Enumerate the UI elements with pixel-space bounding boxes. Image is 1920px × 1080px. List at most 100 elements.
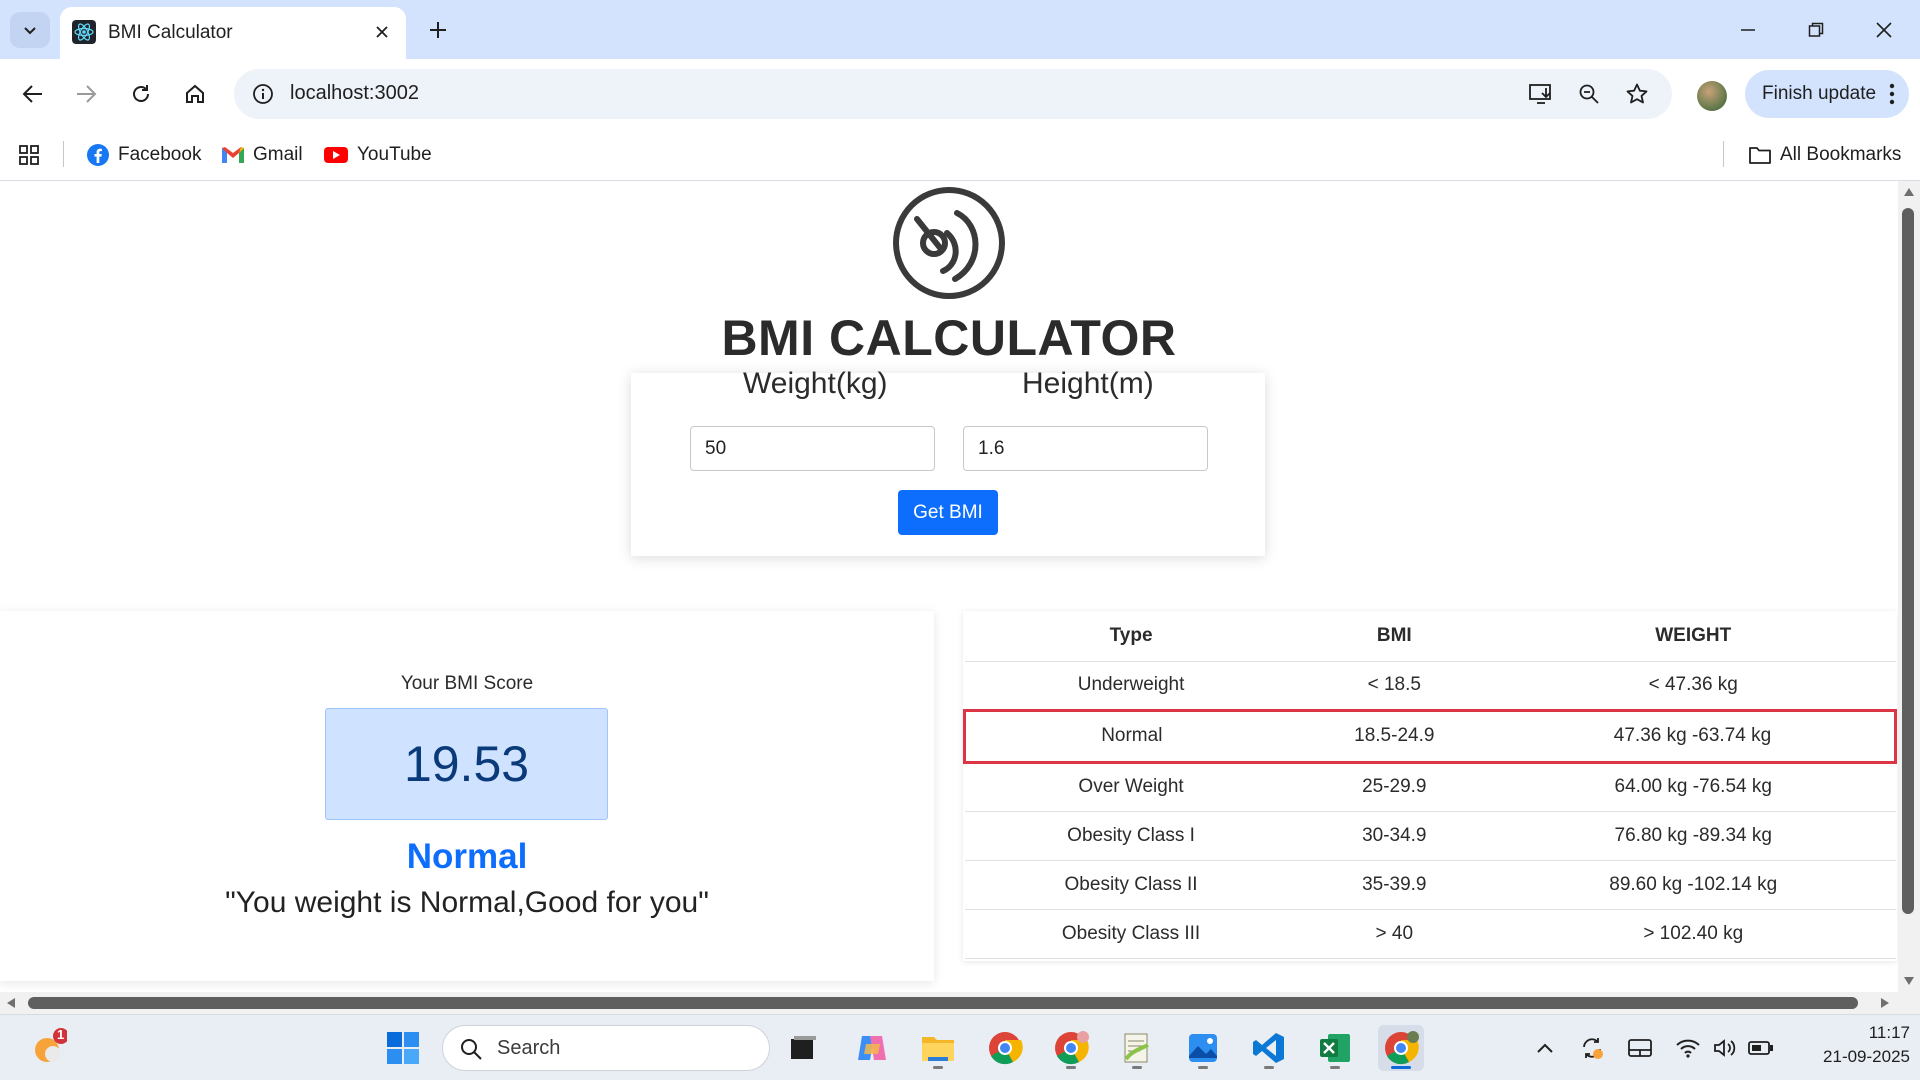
all-bookmarks-button[interactable]: All Bookmarks (1748, 140, 1901, 170)
forward-button[interactable] (67, 75, 105, 113)
reload-button[interactable] (122, 75, 160, 113)
close-window-button[interactable] (1856, 8, 1912, 52)
touchpad-tray-button[interactable] (1625, 1033, 1655, 1063)
star-icon (1626, 83, 1648, 104)
react-icon (72, 20, 96, 44)
file-explorer-button[interactable] (915, 1025, 961, 1071)
horizontal-scroll-thumb[interactable] (28, 997, 1858, 1009)
more-vert-icon (1889, 83, 1895, 105)
bookmark-facebook[interactable]: Facebook (86, 140, 201, 170)
active-indicator (1391, 1066, 1411, 1069)
chrome-active-button[interactable] (1378, 1025, 1424, 1071)
battery-tray-button[interactable] (1746, 1033, 1776, 1063)
start-button[interactable] (380, 1025, 426, 1071)
table-row: Obesity Class I 30-34.9 76.80 kg -89.34 … (964, 811, 1896, 861)
vscode-icon (1253, 1033, 1284, 1063)
new-tab-button[interactable] (422, 14, 454, 46)
photos-icon (1189, 1034, 1217, 1062)
scroll-down-arrow-icon[interactable] (1903, 976, 1915, 986)
excel-button[interactable] (1312, 1025, 1358, 1071)
close-icon (376, 26, 388, 38)
restore-icon (1808, 22, 1824, 37)
table-cell: < 47.36 kg (1490, 661, 1896, 711)
sync-icon (1583, 1038, 1603, 1059)
bmi-table: Type BMI WEIGHT Underweight < 18.5 < 47.… (962, 612, 1897, 959)
windows-taskbar: 1 Search 11:17 21-09-2025 (0, 1014, 1920, 1080)
apps-grid-icon (19, 145, 39, 165)
tab-title: BMI Calculator (108, 22, 233, 43)
back-button[interactable] (14, 75, 52, 113)
plus-icon (430, 22, 446, 38)
sync-tray-button[interactable] (1577, 1033, 1607, 1063)
table-row-highlighted: Normal 18.5-24.9 47.36 kg -63.74 kg (962, 708, 1897, 764)
youtube-icon (324, 147, 348, 163)
home-icon (186, 84, 204, 103)
table-cell: Obesity Class II (964, 860, 1298, 910)
vertical-scrollbar[interactable] (1898, 181, 1920, 992)
table-cell: 64.00 kg -76.54 kg (1490, 762, 1896, 812)
zoom-button[interactable] (1574, 79, 1604, 109)
widget-badge: 1 (57, 1027, 65, 1042)
search-icon (461, 1039, 482, 1060)
notepad-plus-button[interactable] (1114, 1025, 1160, 1071)
reload-icon (133, 85, 149, 102)
running-indicator (1264, 1066, 1274, 1069)
horizontal-scrollbar[interactable] (0, 992, 1898, 1014)
table-row: Underweight < 18.5 < 47.36 kg (964, 661, 1896, 711)
bmi-message: "You weight is Normal,Good for you" (225, 886, 709, 919)
zoom-out-icon (1579, 84, 1599, 104)
table-cell: 25-29.9 (1297, 762, 1491, 812)
copilot-button[interactable] (849, 1025, 895, 1071)
gauge-logo-icon (893, 187, 1005, 299)
height-label: Height(m) (1022, 367, 1154, 400)
restore-button[interactable] (1788, 8, 1844, 52)
running-indicator (1132, 1066, 1142, 1069)
apps-button[interactable] (18, 140, 48, 170)
site-info-button[interactable] (246, 77, 280, 111)
running-indicator (1330, 1066, 1340, 1069)
tab-search-button[interactable] (10, 12, 50, 48)
vscode-button[interactable] (1246, 1025, 1292, 1071)
battery-icon (1748, 1041, 1773, 1055)
chrome-profile-button[interactable] (1048, 1025, 1094, 1071)
bookmarks-bar: Facebook Gmail YouTube All Bookmarks (0, 129, 1920, 181)
address-bar[interactable]: localhost:3002 (234, 69, 1672, 119)
photos-button[interactable] (1180, 1025, 1226, 1071)
get-bmi-button[interactable]: Get BMI (898, 490, 998, 535)
finish-update-label: Finish update (1762, 83, 1877, 104)
clock[interactable]: 11:17 21-09-2025 (1790, 1021, 1910, 1069)
bookmarks-separator (1723, 141, 1724, 167)
scroll-right-arrow-icon[interactable] (1880, 997, 1890, 1009)
install-icon (1529, 84, 1551, 104)
taskbar-search[interactable]: Search (442, 1025, 770, 1071)
excel-icon (1320, 1034, 1350, 1062)
tab-close-button[interactable] (370, 20, 394, 44)
chrome-icon (1055, 1031, 1089, 1065)
bookmark-gmail[interactable]: Gmail (221, 140, 303, 170)
active-tab[interactable]: BMI Calculator (60, 7, 406, 59)
volume-tray-button[interactable] (1710, 1033, 1740, 1063)
profile-avatar[interactable] (1697, 81, 1727, 111)
finish-update-button[interactable]: Finish update (1745, 70, 1909, 118)
taskview-button[interactable] (780, 1025, 826, 1071)
show-hidden-icons-button[interactable] (1530, 1033, 1560, 1063)
running-indicator (1066, 1066, 1076, 1069)
weight-input[interactable] (690, 426, 935, 471)
table-cell: < 18.5 (1297, 661, 1491, 711)
scrollbar-corner (1898, 992, 1920, 1014)
url-text[interactable]: localhost:3002 (290, 82, 419, 105)
bookmark-youtube[interactable]: YouTube (323, 140, 432, 170)
touchpad-icon (1628, 1039, 1652, 1057)
vertical-scroll-thumb[interactable] (1902, 208, 1914, 914)
widgets-button[interactable]: 1 (24, 1025, 70, 1071)
install-app-button[interactable] (1526, 79, 1556, 109)
chrome-button[interactable] (982, 1025, 1028, 1071)
scroll-left-arrow-icon[interactable] (6, 997, 16, 1009)
bookmark-star-button[interactable] (1622, 79, 1652, 109)
minimize-button[interactable] (1720, 8, 1776, 52)
height-input[interactable] (963, 426, 1208, 471)
wifi-tray-button[interactable] (1673, 1033, 1703, 1063)
copilot-icon (858, 1036, 886, 1060)
scroll-up-arrow-icon[interactable] (1903, 187, 1915, 197)
home-button[interactable] (176, 75, 214, 113)
